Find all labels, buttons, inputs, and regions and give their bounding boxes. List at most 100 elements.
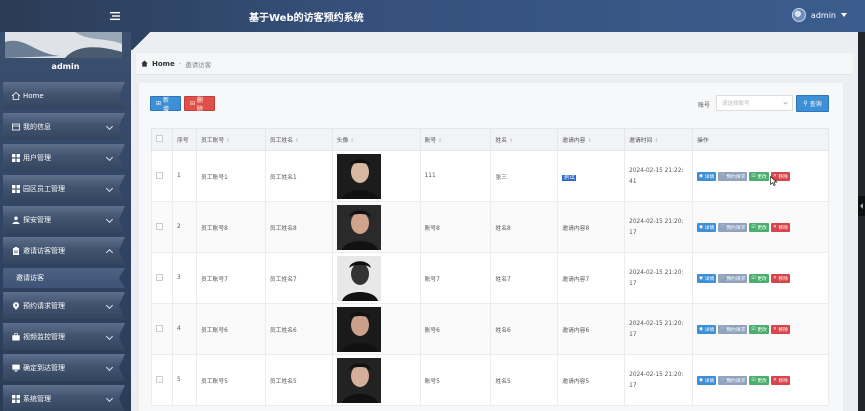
edit-button[interactable]: ☑ 更改	[749, 324, 769, 334]
monitor-icon	[12, 364, 20, 372]
row-checkbox[interactable]	[156, 222, 163, 230]
sidebar-item-arrival-confirmation[interactable]: 确定到达管理	[3, 354, 125, 381]
request-button[interactable]: ♡ 预约请求	[718, 273, 748, 283]
corner-decoration	[131, 32, 151, 50]
add-button-label: 新增	[163, 96, 170, 113]
header-content[interactable]: 邀请内容 ⇕	[557, 128, 626, 151]
edit-button[interactable]: ☑ 更改	[749, 375, 769, 385]
collapse-handle[interactable]	[858, 196, 865, 216]
sidebar-subitem-invite-visitors[interactable]: 邀请访客	[3, 268, 125, 288]
search-button[interactable]: ⚲ 查询	[796, 95, 829, 112]
cell-actions: ◉ 详情 ♡ 预约请求 ☑ 更改 ✕ 移除	[692, 303, 829, 355]
sidebar-item-security[interactable]: 探安管理	[3, 206, 125, 233]
cell-account: 111	[419, 150, 492, 202]
chevron-down-icon	[105, 301, 114, 310]
sidebar: admin Home 我的信息 用户管理 园区员工管理 探安管理 邀请访客管理 …	[0, 32, 131, 411]
top-bar: 基于Web的访客预约系统 admin	[0, 0, 865, 32]
sidebar-item-employees[interactable]: 园区员工管理	[3, 175, 125, 202]
sidebar-item-system[interactable]: 系统管理	[3, 385, 125, 411]
sidebar-item-appointment-requests[interactable]: 预约请求管理	[3, 292, 125, 319]
sort-icon: ⇕	[226, 138, 231, 144]
cell-emp-name: 员工姓名1	[264, 150, 333, 202]
sidebar-item-video-monitoring[interactable]: 视频监控管理	[3, 323, 125, 350]
app-title: 基于Web的访客预约系统	[249, 13, 364, 24]
detail-button[interactable]: ◉ 详情	[697, 324, 717, 334]
remove-button[interactable]: ✕ 移除	[770, 273, 790, 283]
sort-icon: ⇕	[350, 138, 355, 144]
cell-emp-name: 员工姓名5	[264, 354, 333, 406]
header-photo[interactable]: 头像 ⇕	[331, 128, 421, 151]
sidebar-item-label: 系统管理	[23, 394, 51, 403]
table-header-row: 序号 员工账号 ⇕ 员工姓名 ⇕ 头像 ⇕ 账号 ⇕ 姓名 ⇕ 邀请内容 ⇕ 邀请时间 ⇕ 操…	[151, 128, 829, 151]
cell-time: 2024-02-15 21:20: 17	[624, 252, 694, 304]
grid-icon	[12, 394, 20, 403]
delete-button[interactable]: ⊟ 删除	[184, 96, 215, 113]
content-text: 测试	[562, 174, 576, 181]
user-name: admin	[810, 10, 836, 20]
select-all-checkbox[interactable]	[156, 135, 163, 142]
chevron-left-icon	[860, 203, 863, 209]
content-panel: ⊞ 新增 ⊟ 删除 账号 请选择账号 ⚲ 查询 序号 员工账号 ⇕ 员工姓名 ⇕…	[139, 83, 843, 411]
row-checkbox[interactable]	[156, 375, 163, 383]
remove-button[interactable]: ✕ 移除	[770, 324, 790, 334]
request-button[interactable]: ♡ 预约请求	[718, 324, 748, 334]
chevron-down-icon	[105, 363, 114, 372]
detail-button[interactable]: ◉ 详情	[697, 222, 717, 232]
cell-actions: ◉ 详情 ♡ 预约请求 ☑ 更改 ✕ 移除	[692, 150, 829, 202]
remove-button[interactable]: ✕ 移除	[770, 375, 790, 385]
header-name[interactable]: 姓名 ⇕	[490, 128, 559, 151]
menu-toggle-icon[interactable]	[108, 9, 122, 23]
request-button[interactable]: ♡ 预约请求	[718, 171, 748, 181]
edit-button[interactable]: ☑ 更改	[749, 222, 769, 232]
avatar-photo[interactable]	[336, 357, 381, 403]
sidebar-item-home[interactable]: Home	[3, 82, 125, 109]
cell-name: 姓名5	[490, 354, 559, 406]
sidebar-item-label: 用户管理	[23, 153, 51, 162]
avatar-photo[interactable]	[336, 153, 381, 199]
row-checkbox[interactable]	[156, 324, 163, 332]
avatar-photo[interactable]	[336, 306, 381, 352]
add-button[interactable]: ⊞ 新增	[150, 96, 181, 113]
cell-time: 2024-02-15 21:20: 17	[624, 303, 694, 355]
sidebar-item-users[interactable]: 用户管理	[3, 144, 125, 171]
header-emp-name[interactable]: 员工姓名 ⇕	[264, 128, 333, 151]
edit-button[interactable]: ☑ 更改	[749, 171, 769, 181]
content-text: 邀请内容7	[562, 276, 590, 283]
detail-button[interactable]: ◉ 详情	[697, 375, 717, 385]
profile-image	[5, 32, 122, 58]
header-account[interactable]: 账号 ⇕	[419, 128, 492, 151]
profile-name: admin	[51, 62, 80, 71]
cell-emp-name: 员工姓名7	[264, 252, 333, 304]
content-text: 邀请内容8	[562, 225, 590, 232]
user-menu[interactable]: admin	[791, 8, 847, 22]
table-row: 2 员工账号8 员工姓名8 账号8 姓名8 邀请内容8 2024-02-15 21:20: 1…	[151, 201, 829, 253]
cell-no: 5	[171, 354, 197, 406]
sidebar-item-invite-management[interactable]: 邀请访客管理	[3, 237, 125, 264]
plus-icon: ⊞	[156, 100, 162, 107]
account-select[interactable]: 请选择账号	[716, 95, 793, 111]
cell-no: 1	[171, 150, 197, 202]
breadcrumb-home[interactable]: Home	[152, 60, 175, 68]
chevron-down-icon	[105, 394, 114, 403]
header-no: 序号	[171, 128, 197, 151]
sidebar-item-label: 我的信息	[23, 122, 51, 131]
sort-icon: ⇕	[509, 138, 514, 144]
chevron-up-icon	[105, 248, 114, 257]
row-select-cell	[151, 252, 173, 304]
detail-button[interactable]: ◉ 详情	[697, 171, 717, 181]
sidebar-item-my-info[interactable]: 我的信息	[3, 113, 125, 140]
remove-button[interactable]: ✕ 移除	[770, 222, 790, 232]
avatar-photo[interactable]	[336, 204, 381, 250]
header-emp-account[interactable]: 员工账号 ⇕	[195, 128, 266, 151]
chevron-down-icon	[105, 153, 114, 162]
detail-button[interactable]: ◉ 详情	[697, 273, 717, 283]
minus-icon: ⊟	[190, 100, 196, 107]
edit-button[interactable]: ☑ 更改	[749, 273, 769, 283]
row-checkbox[interactable]	[156, 273, 163, 281]
avatar-photo[interactable]	[336, 255, 381, 301]
request-button[interactable]: ♡ 预约请求	[718, 222, 748, 232]
row-checkbox[interactable]	[156, 171, 163, 179]
cell-actions: ◉ 详情 ♡ 预约请求 ☑ 更改 ✕ 移除	[692, 354, 829, 406]
request-button[interactable]: ♡ 预约请求	[718, 375, 748, 385]
header-time[interactable]: 邀请时间 ⇕	[624, 128, 694, 151]
